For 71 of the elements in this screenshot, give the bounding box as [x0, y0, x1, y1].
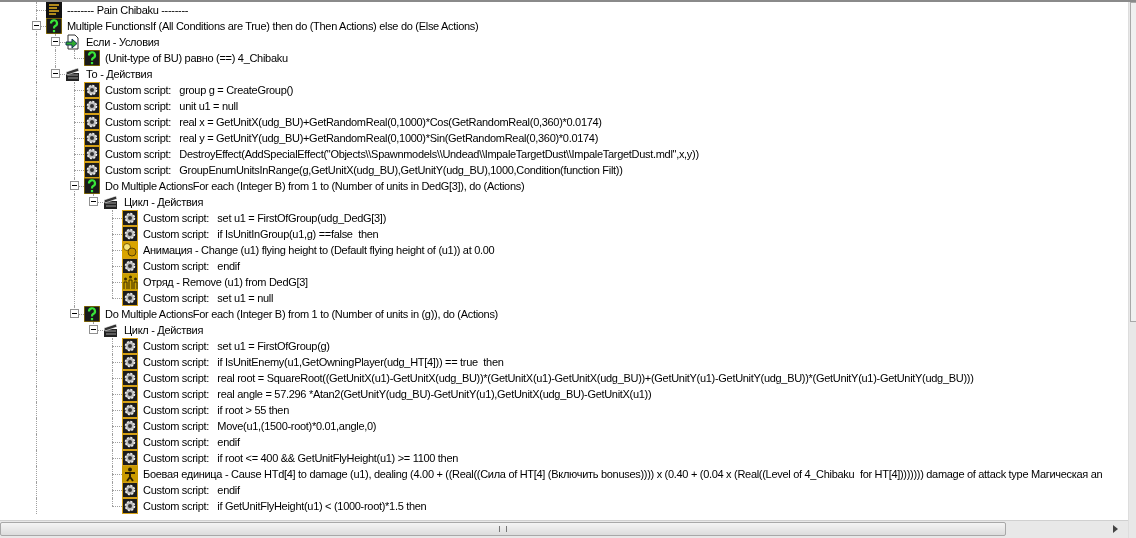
collapse-toggle[interactable] [70, 309, 79, 318]
figure-icon [122, 466, 138, 482]
gear-icon [84, 82, 100, 98]
tree-item[interactable]: Custom script: DestroyEffect(AddSpecialEffect("Objects\\Spawnmodels\\Undead\\ImpaleTargetDust\\ImpaleTargetDust.mdl",x,y)) [105, 147, 699, 161]
tree-item[interactable]: Custom script: if IsUnitEnemy(u1,GetOwningPlayer(udg_HT[4])) == true then [143, 355, 504, 369]
question-icon [84, 178, 100, 194]
tree-item[interactable]: Custom script: if root > 55 then [143, 403, 289, 417]
tree-item[interactable]: Do Multiple ActionsFor each (Integer B) from 1 to (Number of units in (g)), do (Actions) [105, 307, 498, 321]
tree-item[interactable]: Custom script: real x = GetUnitX(udg_BU)+GetRandomReal(0,1000)*Cos(GetRandomReal(0,360)*0.0174) [105, 115, 602, 129]
gear-icon [122, 210, 138, 226]
tree-item[interactable]: Do Multiple ActionsFor each (Integer B) from 1 to (Number of units in DedG[3]), do (Actions) [105, 179, 525, 193]
figures-icon [122, 274, 138, 290]
tree-item[interactable]: Custom script: endif [143, 259, 240, 273]
tree-item[interactable]: Custom script: GroupEnumUnitsInRange(g,GetUnitX(udg_BU),GetUnitY(udg_BU),1000,Condition(function Filt)) [105, 163, 623, 177]
tree-item[interactable]: Custom script: endif [143, 435, 240, 449]
tree-item[interactable]: (Unit-type of BU) равно (==) 4_Chibaku [105, 51, 288, 65]
scroll-right-icon[interactable] [1113, 525, 1118, 533]
gear-icon [122, 402, 138, 418]
collapse-toggle[interactable] [51, 69, 60, 78]
tree-item[interactable]: Multiple FunctionsIf (All Conditions are True) then do (Then Actions) else do (Else Actions) [67, 19, 479, 33]
gear-icon [122, 354, 138, 370]
tree-item[interactable]: Цикл - Действия [124, 195, 204, 209]
tree-item[interactable]: Custom script: set u1 = null [143, 291, 274, 305]
tree-item[interactable]: Custom script: if IsUnitInGroup(u1,g) ==false then [143, 227, 379, 241]
spheres-icon [122, 242, 138, 258]
tree-item[interactable]: Цикл - Действия [124, 323, 204, 337]
gear-icon [122, 418, 138, 434]
comment-icon [46, 2, 62, 18]
gear-icon [122, 338, 138, 354]
tree-item[interactable]: Custom script: endif [143, 483, 240, 497]
gear-icon [84, 98, 100, 114]
horizontal-scrollbar-thumb[interactable] [0, 522, 1006, 536]
gear-icon [84, 114, 100, 130]
tree-item[interactable]: Если - Условия [86, 35, 160, 49]
tree-item[interactable]: Custom script: set u1 = FirstOfGroup(g) [143, 339, 330, 353]
question-icon [46, 18, 62, 34]
tree-item[interactable]: Custom script: if GetUnitFlyHeight(u1) < (1000-root)*1.5 then [143, 499, 427, 513]
tree-item[interactable]: Custom script: Move(u1,(1500-root)*0.01,angle,0) [143, 419, 377, 433]
tree-item[interactable]: Отряд - Remove (u1) from DedG[3] [143, 275, 308, 289]
tree-item[interactable]: То - Действия [86, 67, 153, 81]
collapse-toggle[interactable] [51, 37, 60, 46]
tree-item[interactable]: Custom script: real root = SquareRoot((GetUnitX(u1)-GetUnitX(udg_BU))*(GetUnitX(u1)-GetUnitX(udg_BU))+(GetUnitY(u1)-GetUnitY(udg_BU))*(GetUnitY(u1)-GetUnitY(udg_BU))) [143, 371, 974, 385]
gear-icon [122, 258, 138, 274]
question-icon [84, 306, 100, 322]
gear-icon [122, 290, 138, 306]
collapse-toggle[interactable] [89, 325, 98, 334]
tree-item[interactable]: Custom script: real angle = 57.296 *Atan2(GetUnitY(udg_BU)-GetUnitY(u1),GetUnitX(udg_BU)-GetUnitX(u1)) [143, 387, 652, 401]
gear-icon [122, 386, 138, 402]
collapse-toggle[interactable] [70, 181, 79, 190]
tree-item[interactable]: Боевая единица - Cause HTd[4] to damage (u1), dealing (4.00 + ((Real((Сила of HT[4] (Включить bonuses)))) x (0.40 + (0.04 x (Real((Level of 4_Chibaku for HT[4]))))))) damage of attack type Магическая an [143, 467, 1103, 481]
tree-item[interactable]: Custom script: set u1 = FirstOfGroup(udg_DedG[3]) [143, 211, 386, 225]
collapse-toggle[interactable] [89, 197, 98, 206]
gear-icon [122, 434, 138, 450]
tree-item[interactable]: Custom script: real y = GetUnitY(udg_BU)+GetRandomReal(0,1000)*Sin(GetRandomReal(0,360)*0.0174) [105, 131, 599, 145]
tree-item[interactable]: -------- Pain Chibaku -------- [67, 3, 189, 17]
question-icon [84, 50, 100, 66]
gear-icon [122, 498, 138, 514]
gear-icon [122, 482, 138, 498]
collapse-toggle[interactable] [32, 21, 41, 30]
gear-icon [84, 130, 100, 146]
vertical-scrollbar-thumb[interactable] [1130, 2, 1136, 322]
tree-item[interactable]: Custom script: group g = CreateGroup() [105, 83, 294, 97]
gear-icon [122, 450, 138, 466]
gear-icon [122, 226, 138, 242]
gear-icon [84, 162, 100, 178]
tree-item[interactable]: Custom script: unit u1 = null [105, 99, 238, 113]
document-arrow-icon [65, 34, 81, 50]
tree-item[interactable]: Custom script: if root <= 400 && GetUnitFlyHeight(u1) >= 1100 then [143, 451, 459, 465]
gear-icon [84, 146, 100, 162]
tree-item[interactable]: Анимация - Change (u1) flying height to (Default flying height of (u1)) at 0.00 [143, 243, 495, 257]
gear-icon [122, 370, 138, 386]
